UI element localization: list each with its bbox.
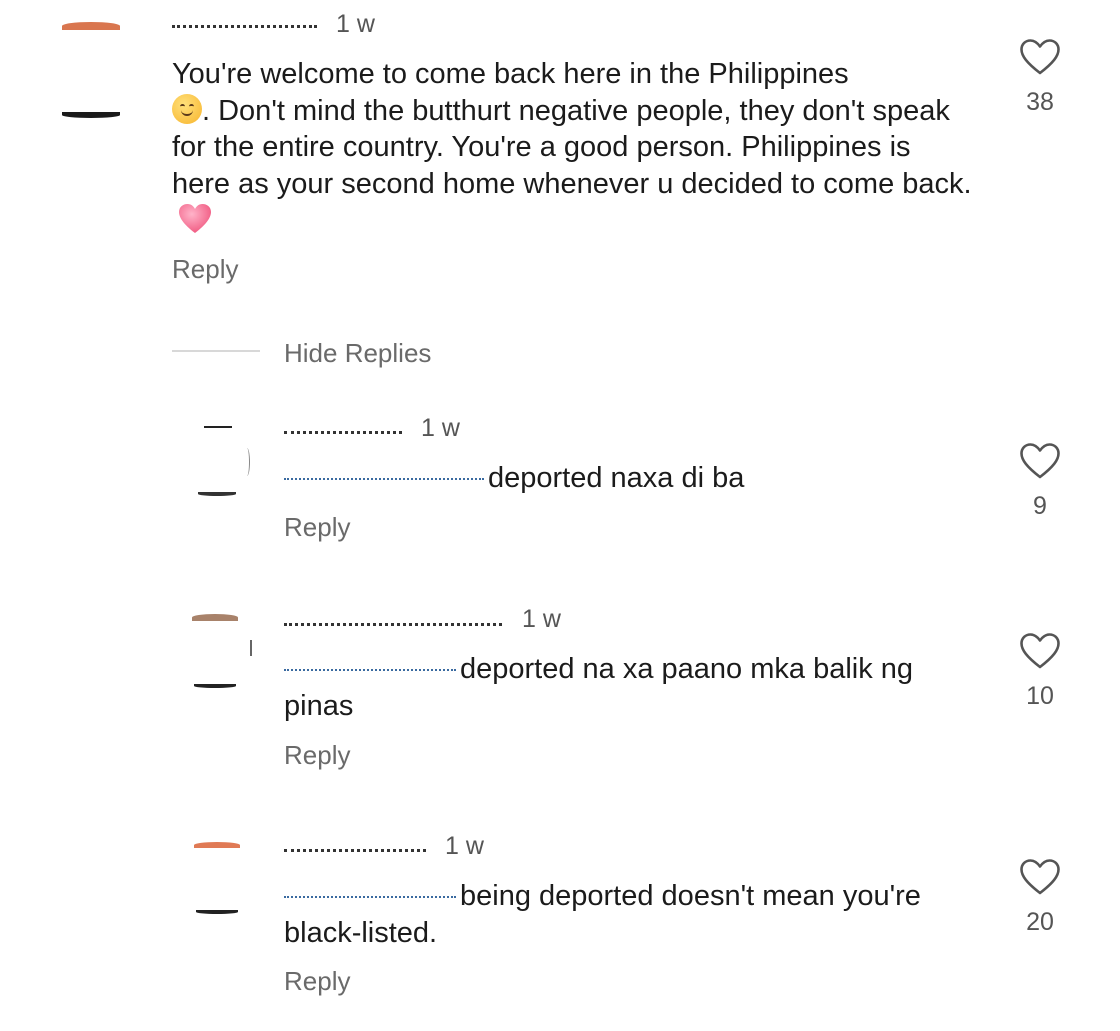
reply-text-content: deported naxa di ba [488,462,745,494]
like-control: 10 [1010,632,1070,711]
like-count: 38 [1026,88,1054,116]
comment-text-part1: You're welcome to come back here in the … [172,58,849,90]
like-control: 20 [1010,858,1070,937]
reply-text: deported naxa di ba [284,460,984,497]
username-obscured[interactable] [284,610,502,636]
like-count: 20 [1026,908,1054,936]
reply-text-line1: being deported doesn't mean you're [460,880,921,912]
divider [172,350,260,352]
timestamp: 1 w [522,605,561,633]
avatar[interactable] [194,842,240,922]
username-obscured[interactable] [172,12,317,38]
avatar[interactable] [192,614,238,694]
comment-text: You're welcome to come back here in the … [172,56,972,239]
reply-button[interactable]: Reply [172,254,238,285]
reply-text-line2: pinas [284,689,354,722]
heart-icon[interactable] [1019,858,1061,896]
pink-heart-emoji [179,204,211,233]
mention-obscured[interactable] [284,474,484,481]
like-count: 9 [1033,492,1047,520]
reply-button[interactable]: Reply [284,966,350,997]
heart-icon[interactable] [1019,38,1061,76]
mention-obscured[interactable] [284,892,456,899]
reply-text: deported na xa paano mka balik ng pinas [284,651,1004,724]
timestamp: 1 w [445,832,484,860]
mention-obscured[interactable] [284,665,456,672]
heart-icon[interactable] [1019,632,1061,670]
avatar[interactable] [62,22,120,122]
reply-text-line2: black-listed. [284,916,438,949]
reply-button[interactable]: Reply [284,740,350,771]
username-obscured[interactable] [284,418,402,444]
hide-replies-button[interactable]: Hide Replies [284,338,431,369]
reply-button[interactable]: Reply [284,512,350,543]
like-count: 10 [1026,682,1054,710]
avatar-edge [250,640,252,656]
avatar-edge [244,448,250,476]
like-control: 9 [1010,442,1070,521]
reply-text: being deported doesn't mean you're black… [284,878,1004,951]
username-obscured[interactable] [284,836,426,862]
like-control: 38 [1010,38,1070,117]
smiling-face-emoji [172,93,202,124]
timestamp: 1 w [336,10,375,38]
timestamp: 1 w [421,414,460,442]
comment-text-part2: . Don't mind the butthurt negative peopl… [172,94,972,200]
heart-icon[interactable] [1019,442,1061,480]
reply-text-line1: deported na xa paano mka balik ng [460,653,914,685]
avatar[interactable] [196,422,240,502]
